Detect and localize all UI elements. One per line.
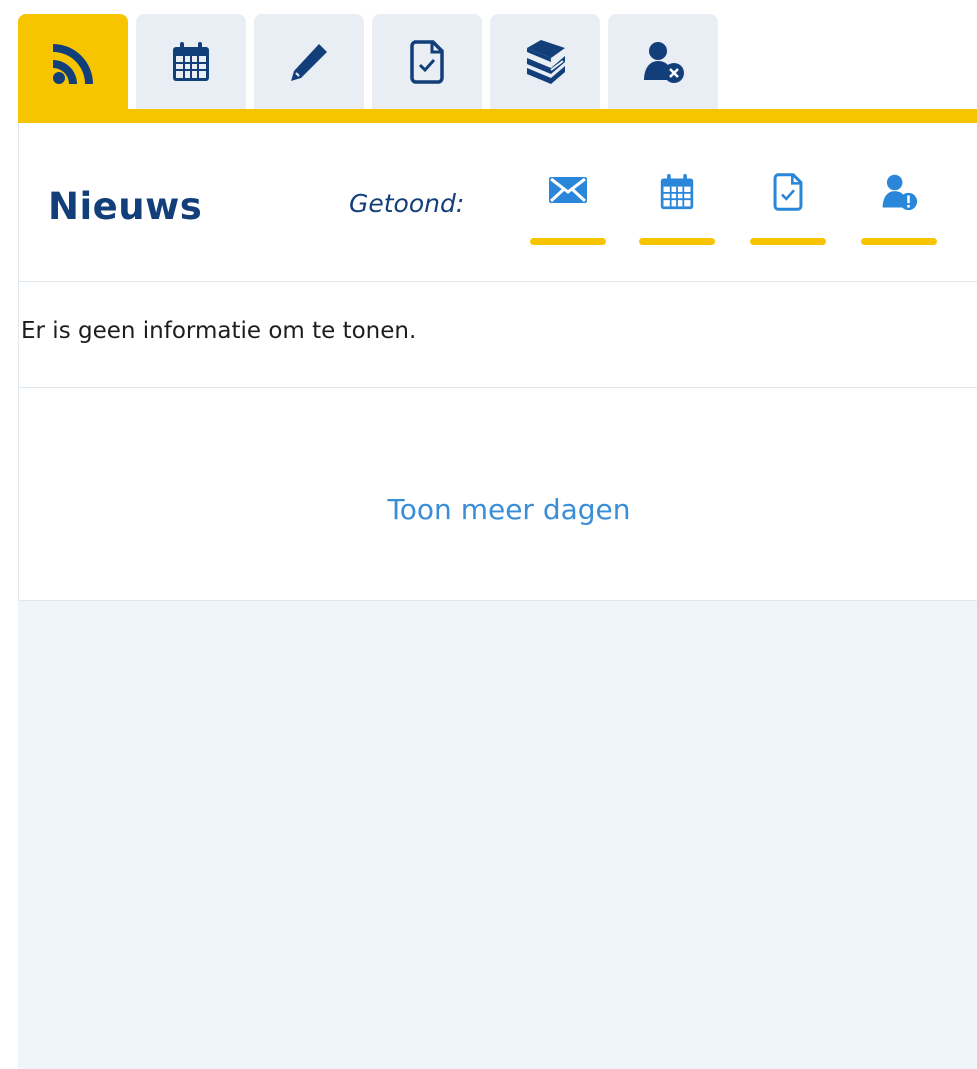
empty-message: Er is geen informatie om te tonen. [21, 318, 417, 344]
calendar-icon [659, 173, 695, 215]
pencil-icon [287, 40, 331, 84]
filter-absence-underline [861, 238, 937, 245]
show-more-days-link[interactable]: Toon meer dagen [19, 493, 977, 526]
app-root: Nieuws Getoond: Er is geen informatie om… [18, 0, 977, 1069]
rss-feed-icon [51, 42, 95, 86]
filter-tasks[interactable] [750, 173, 826, 245]
notification-badge-icon [90, 0, 130, 28]
user-alert-icon [879, 173, 919, 215]
books-icon [521, 39, 569, 84]
document-check-icon [409, 39, 445, 84]
panel-header: Nieuws Getoond: [19, 123, 977, 282]
shown-filter-label: Getoond: [349, 189, 465, 218]
tab-absence[interactable] [608, 14, 718, 109]
tab-bar-accent-line [18, 109, 977, 123]
calendar-icon [171, 41, 211, 83]
filter-calendar-underline [639, 238, 715, 245]
filter-absence[interactable] [861, 173, 937, 245]
tab-edit[interactable] [254, 14, 364, 109]
tab-news[interactable] [18, 0, 128, 114]
news-list: Er is geen informatie om te tonen. [19, 281, 977, 388]
news-panel: Nieuws Getoond: Er is geen informatie om… [18, 123, 977, 601]
filter-tasks-underline [750, 238, 826, 245]
filter-messages-underline [530, 238, 606, 245]
filter-calendar[interactable] [639, 173, 715, 245]
tab-bar [18, 0, 977, 123]
document-check-icon [772, 173, 804, 215]
tab-study[interactable] [490, 14, 600, 109]
tab-tasks[interactable] [372, 14, 482, 109]
page-title: Nieuws [48, 185, 203, 228]
filter-messages[interactable] [530, 173, 606, 245]
tab-calendar[interactable] [136, 14, 246, 109]
user-remove-icon [640, 40, 686, 84]
envelope-icon [548, 173, 588, 209]
